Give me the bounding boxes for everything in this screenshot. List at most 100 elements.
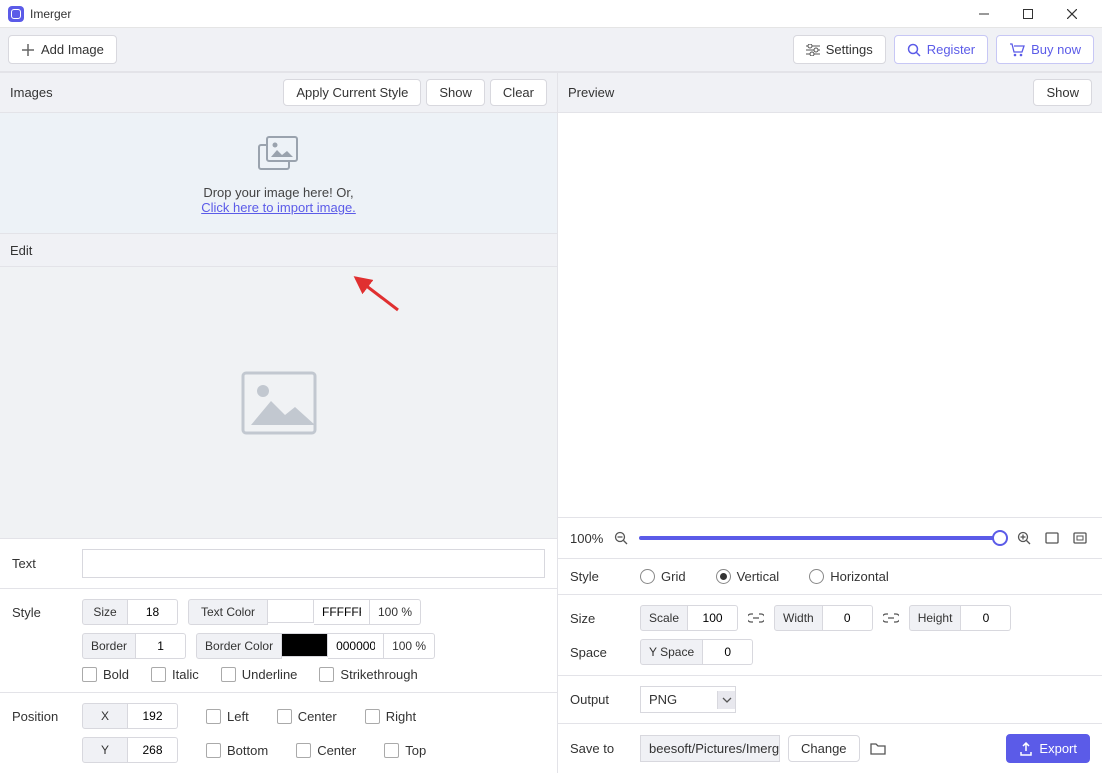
link-wh-icon[interactable]	[881, 608, 901, 628]
edit-title: Edit	[10, 243, 32, 258]
add-image-button[interactable]: Add Image	[8, 35, 117, 64]
text-input[interactable]	[82, 549, 545, 578]
zoom-value: 100%	[570, 531, 603, 546]
height-label: Height	[909, 605, 962, 631]
y-input[interactable]	[128, 737, 178, 763]
pos-center1-checkbox[interactable]: Center	[277, 709, 337, 724]
border-color-input[interactable]	[328, 633, 384, 659]
pos-left-checkbox[interactable]: Left	[206, 709, 249, 724]
export-button[interactable]: Export	[1006, 734, 1090, 763]
border-color-swatch[interactable]	[282, 633, 328, 657]
pos-bottom-checkbox[interactable]: Bottom	[206, 743, 268, 758]
text-opacity-value[interactable]: 100 %	[370, 599, 421, 625]
zoom-in-icon[interactable]	[1014, 528, 1034, 548]
text-color-label: Text Color	[188, 599, 268, 625]
y-label: Y	[82, 737, 128, 763]
actual-size-icon[interactable]	[1070, 528, 1090, 548]
size-group: Size Scale Width Height	[558, 595, 1102, 676]
style-label: Style	[12, 605, 82, 620]
output-label: Output	[570, 692, 640, 707]
scale-label: Scale	[640, 605, 688, 631]
import-link[interactable]: Click here to import image.	[201, 200, 356, 215]
strike-checkbox[interactable]: Strikethrough	[319, 667, 417, 682]
yspace-input[interactable]	[703, 639, 753, 665]
x-input[interactable]	[128, 703, 178, 729]
plus-icon	[21, 43, 35, 57]
scale-input[interactable]	[688, 605, 738, 631]
position-group: Position X Left Center Right Y	[0, 693, 557, 773]
images-title: Images	[10, 85, 53, 100]
layout-style-label: Style	[570, 569, 640, 584]
export-label: Export	[1039, 741, 1077, 756]
link-scale-icon[interactable]	[746, 608, 766, 628]
titlebar: Imerger	[0, 0, 1102, 28]
register-button[interactable]: Register	[894, 35, 988, 64]
edit-canvas	[0, 267, 557, 539]
output-group: Output PNG	[558, 676, 1102, 724]
maximize-button[interactable]	[1006, 0, 1050, 28]
show-images-button[interactable]: Show	[426, 79, 485, 106]
close-button[interactable]	[1050, 0, 1094, 28]
buy-now-button[interactable]: Buy now	[996, 35, 1094, 64]
text-group: Text	[0, 539, 557, 589]
preview-header: Preview Show	[558, 72, 1102, 113]
border-opacity-value[interactable]: 100 %	[384, 633, 435, 659]
size-input[interactable]	[128, 599, 178, 625]
preview-title: Preview	[568, 85, 614, 100]
settings-label: Settings	[826, 42, 873, 57]
pos-top-checkbox[interactable]: Top	[384, 743, 426, 758]
change-path-button[interactable]: Change	[788, 735, 860, 762]
window-controls	[962, 0, 1094, 28]
settings-button[interactable]: Settings	[793, 35, 886, 64]
italic-checkbox[interactable]: Italic	[151, 667, 199, 682]
border-color-label: Border Color	[196, 633, 282, 659]
text-color-input[interactable]	[314, 599, 370, 625]
zoom-thumb[interactable]	[992, 530, 1008, 546]
text-color-swatch[interactable]	[268, 599, 314, 623]
show-preview-button[interactable]: Show	[1033, 79, 1092, 106]
border-input[interactable]	[136, 633, 186, 659]
x-label: X	[82, 703, 128, 729]
drop-zone[interactable]: Drop your image here! Or, Click here to …	[0, 113, 557, 233]
apply-style-button[interactable]: Apply Current Style	[283, 79, 421, 106]
save-label: Save to	[570, 741, 640, 756]
width-label: Width	[774, 605, 823, 631]
main-toolbar: Add Image Settings Register Buy now	[0, 28, 1102, 72]
horizontal-radio[interactable]: Horizontal	[809, 569, 889, 584]
image-stack-icon	[257, 135, 301, 173]
edit-header: Edit	[0, 233, 557, 267]
size-label: Size	[82, 599, 128, 625]
minimize-button[interactable]	[962, 0, 1006, 28]
output-format-select[interactable]: PNG	[640, 686, 736, 713]
space-label: Space	[570, 645, 640, 660]
yspace-label: Y Space	[640, 639, 703, 665]
sliders-icon	[806, 44, 820, 56]
pos-center2-checkbox[interactable]: Center	[296, 743, 356, 758]
drop-text: Drop your image here! Or,	[10, 185, 547, 200]
zoom-out-icon[interactable]	[611, 528, 631, 548]
text-label: Text	[12, 556, 82, 571]
fit-screen-icon[interactable]	[1042, 528, 1062, 548]
layout-style-group: Style Grid Vertical Horizontal	[558, 559, 1102, 595]
height-input[interactable]	[961, 605, 1011, 631]
app-logo-icon	[8, 6, 24, 22]
grid-radio[interactable]: Grid	[640, 569, 686, 584]
zoom-controls: 100%	[558, 518, 1102, 559]
export-icon	[1019, 742, 1033, 756]
width-input[interactable]	[823, 605, 873, 631]
buy-now-label: Buy now	[1031, 42, 1081, 57]
preview-canvas	[558, 113, 1102, 518]
open-folder-icon[interactable]	[868, 739, 888, 759]
zoom-slider[interactable]	[639, 536, 1006, 540]
bold-checkbox[interactable]: Bold	[82, 667, 129, 682]
images-header: Images Apply Current Style Show Clear	[0, 72, 557, 113]
border-label: Border	[82, 633, 136, 659]
vertical-radio[interactable]: Vertical	[716, 569, 780, 584]
style-group: Style Size Text Color 100 %	[0, 589, 557, 693]
clear-images-button[interactable]: Clear	[490, 79, 547, 106]
underline-checkbox[interactable]: Underline	[221, 667, 298, 682]
chevron-down-icon	[717, 691, 735, 709]
pos-right-checkbox[interactable]: Right	[365, 709, 416, 724]
cart-icon	[1009, 43, 1025, 57]
search-icon	[907, 43, 921, 57]
